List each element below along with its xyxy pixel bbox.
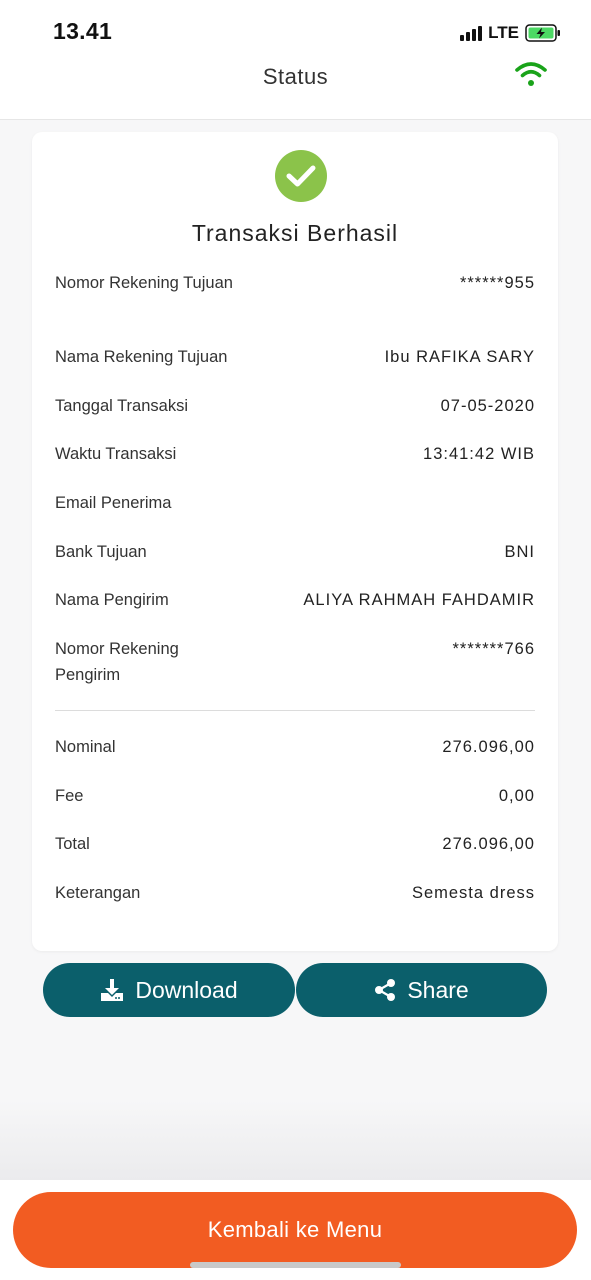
- row-label: Total: [55, 835, 90, 853]
- row-value: Ibu RAFIKA SARY: [384, 348, 535, 366]
- row-label: Tanggal Transaksi: [55, 397, 188, 415]
- divider: [55, 710, 535, 711]
- download-icon: [100, 978, 124, 1002]
- row-label: Keterangan: [55, 884, 141, 902]
- battery-charging-icon: [525, 24, 560, 42]
- network-type: LTE: [488, 23, 519, 42]
- page-title: Status: [262, 64, 329, 89]
- row-value: Semesta dress: [411, 884, 535, 902]
- row-value: 276.096,00: [442, 738, 535, 756]
- row-value: 276.096,00: [442, 835, 535, 853]
- row-label: Nominal: [55, 738, 116, 756]
- signal-icon: [460, 25, 483, 41]
- transaction-status-title: Transaksi Berhasil: [191, 220, 399, 246]
- row-label: Nama Rekening Tujuan: [55, 348, 228, 366]
- share-button[interactable]: Share: [296, 963, 547, 1017]
- back-to-menu-label: Kembali ke Menu: [207, 1217, 383, 1242]
- background-fade: [0, 1100, 591, 1180]
- back-to-menu-button[interactable]: Kembali ke Menu: [13, 1192, 577, 1268]
- row-label: Email Penerima: [55, 494, 172, 512]
- row-value: 07-05-2020: [440, 397, 535, 415]
- status-indicators: LTE: [460, 22, 561, 44]
- status-bar: 13.41 LTE: [0, 0, 591, 56]
- row-label: Nomor Rekening Pengirim: [55, 640, 179, 684]
- app-header: Status: [0, 56, 591, 120]
- row-label: Fee: [55, 787, 84, 805]
- row-label: Bank Tujuan: [55, 543, 147, 561]
- row-value: ALIYA RAHMAH FAHDAMIR: [303, 591, 535, 609]
- status-time: 13.41: [53, 18, 113, 44]
- row-value: 13:41:42 WIB: [423, 445, 535, 463]
- check-circle-icon: [275, 150, 327, 202]
- share-label: Share: [407, 976, 469, 1003]
- receipt-card: Transaksi Berhasil Nomor Rekening Tujuan…: [32, 132, 558, 951]
- row-label: Waktu Transaksi: [55, 445, 177, 463]
- row-value: 0,00: [498, 787, 535, 805]
- row-value: BNI: [504, 543, 535, 561]
- row-value: *******766: [452, 640, 535, 658]
- row-value: ******955: [459, 274, 535, 292]
- home-indicator: [190, 1262, 401, 1268]
- download-label: Download: [135, 976, 238, 1003]
- row-label: Nomor Rekening Tujuan: [55, 274, 233, 292]
- share-icon: [374, 978, 396, 1002]
- download-button[interactable]: Download: [43, 963, 295, 1017]
- row-label: Nama Pengirim: [55, 591, 169, 609]
- wifi-icon: [515, 62, 547, 86]
